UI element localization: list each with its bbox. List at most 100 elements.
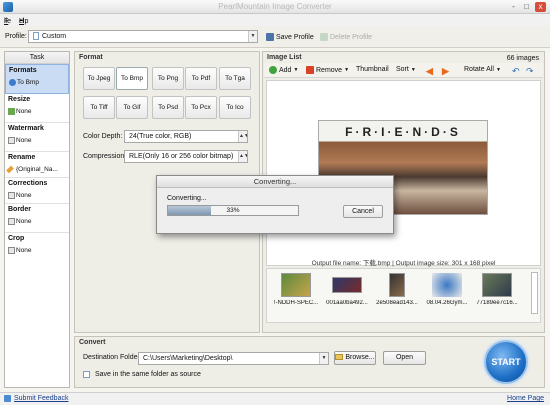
border-icon — [8, 218, 15, 225]
task-formats[interactable]: Formats To Bmp — [5, 64, 69, 94]
thumbnail-item[interactable]: 77189ee7c16... — [472, 273, 522, 306]
progress-text: 33% — [226, 207, 240, 214]
submit-feedback-link[interactable]: Submit Feedback — [14, 395, 68, 402]
scroll-thumb[interactable] — [531, 272, 538, 314]
thumbnail-button[interactable]: Thumbnail — [356, 66, 389, 73]
progress-bar: 33% — [167, 205, 299, 216]
task-crop[interactable]: Crop None — [5, 233, 69, 261]
image-list-toolbar: Add ▼ Remove ▼ Thumbnail Sort ▼ ◀ ▶ Rotate … — [264, 63, 543, 78]
chevron-down-icon: ▲▼ — [238, 151, 247, 162]
rotate-right-button[interactable]: ↷ — [526, 66, 534, 77]
move-right-button[interactable]: ▶ — [442, 66, 449, 77]
rotate-right-icon: ↷ — [526, 66, 534, 76]
delete-icon — [320, 33, 328, 41]
task-panel: Task Formats To Bmp Resize None Watermar… — [4, 51, 70, 388]
save-profile-button[interactable]: Save Profile — [266, 33, 314, 41]
cancel-button[interactable]: Cancel — [343, 205, 383, 218]
thumbnail-image — [389, 273, 405, 297]
profile-bar: Profile: Custom ▼ Save Profile Delete Pr… — [0, 26, 550, 48]
remove-button[interactable]: Remove ▼ — [306, 66, 349, 74]
dialog-message: Converting... — [167, 195, 207, 202]
task-corrections[interactable]: Corrections None — [5, 178, 69, 204]
formats-icon — [9, 79, 16, 86]
format-button-tiff[interactable]: To Tiff — [83, 96, 115, 119]
corrections-icon — [8, 192, 15, 199]
compression-label: Compression: — [83, 153, 127, 160]
convert-section: Convert Destination Folder: C:\Users\Mar… — [74, 336, 545, 388]
thumbnail-item[interactable]: !-NDDH-SPEC... — [271, 273, 321, 306]
converting-dialog: Converting... Converting... 33% Cancel — [156, 175, 394, 234]
rotate-left-icon: ↶ — [512, 66, 520, 76]
chevron-down-icon: ▼ — [293, 67, 299, 73]
thumbnail-image — [432, 273, 462, 297]
output-info: Output file name: 下载.bmp | Output image … — [311, 260, 496, 267]
thumbnail-image — [281, 273, 311, 297]
app-window: PearlMountain Image Converter - □ x File… — [0, 0, 550, 405]
pencil-icon — [6, 165, 14, 174]
preview-logo: F·R·I·E·N·D·S — [345, 125, 461, 139]
task-watermark[interactable]: Watermark None — [5, 123, 69, 152]
thumbnail-item[interactable]: 2e508ead143... — [372, 273, 422, 306]
resize-icon — [8, 108, 15, 115]
delete-profile-button[interactable]: Delete Profile — [320, 33, 372, 41]
format-button-gif[interactable]: To Gif — [116, 96, 148, 119]
minimize-button[interactable]: - — [508, 2, 519, 12]
image-count: 66 images — [506, 55, 539, 62]
format-button-pcx[interactable]: To Pcx — [185, 96, 217, 119]
task-border[interactable]: Border None — [5, 204, 69, 233]
move-left-button[interactable]: ◀ — [426, 66, 433, 77]
crop-icon — [8, 247, 15, 254]
floppy-icon — [266, 33, 274, 41]
task-rename[interactable]: Rename {Original_Na... — [5, 152, 69, 178]
color-depth-label: Color Depth: — [83, 133, 123, 140]
profile-select[interactable]: Custom ▼ — [28, 30, 258, 43]
plus-icon — [269, 66, 277, 74]
title-bar: PearlMountain Image Converter - □ x — [0, 0, 550, 14]
chevron-down-icon: ▼ — [495, 66, 501, 73]
format-button-jpeg[interactable]: To Jpeg — [83, 67, 115, 90]
rotate-left-button[interactable]: ↶ — [512, 66, 520, 77]
open-button[interactable]: Open — [383, 351, 426, 365]
save-same-folder-label: Save in the same folder as source — [95, 371, 201, 378]
chevron-down-icon: ▼ — [410, 66, 416, 73]
format-button-psd[interactable]: To Psd — [152, 96, 184, 119]
profile-label: Profile: — [5, 33, 27, 40]
status-bar: Submit Feedback Home Page — [0, 392, 550, 405]
convert-header: Convert — [79, 339, 106, 346]
chevron-down-icon: ▼ — [319, 353, 328, 364]
destination-label: Destination Folder: — [83, 354, 142, 361]
thumbnail-item[interactable]: 001aa0ba492... — [322, 273, 372, 306]
dialog-title: Converting... — [157, 176, 393, 188]
thumbnail-item[interactable]: 08.04.26Gym... — [422, 273, 472, 306]
format-button-pdf[interactable]: To Pdf — [185, 67, 217, 90]
close-button[interactable]: x — [535, 2, 546, 12]
home-page-link[interactable]: Home Page — [507, 395, 544, 402]
chevron-down-icon: ▲▼ — [238, 131, 247, 142]
profile-value: Custom — [42, 33, 67, 40]
format-button-ico[interactable]: To Ico — [219, 96, 251, 119]
arrow-left-icon: ◀ — [426, 66, 433, 76]
format-button-bmp[interactable]: To Bmp — [116, 67, 148, 90]
format-header: Format — [79, 54, 103, 61]
chevron-down-icon: ▼ — [248, 31, 257, 42]
folder-icon — [335, 354, 344, 361]
menu-bar: File Help — [0, 14, 550, 26]
format-button-tga[interactable]: To Tga — [219, 67, 251, 90]
save-same-folder-checkbox[interactable] — [83, 371, 90, 378]
doc-icon — [33, 32, 39, 41]
color-depth-select[interactable]: 24(True color, RGB) ▲▼ — [124, 130, 248, 143]
add-button[interactable]: Add ▼ — [269, 66, 298, 74]
start-button[interactable]: START — [484, 340, 528, 384]
maximize-button[interactable]: □ — [521, 2, 532, 12]
sort-button[interactable]: Sort ▼ — [396, 66, 416, 73]
task-resize[interactable]: Resize None — [5, 94, 69, 123]
compression-select[interactable]: RLE(Only 16 or 256 color bitmap) ▲▼ — [124, 150, 248, 163]
thumbnail-image — [332, 277, 362, 293]
feedback-icon — [4, 395, 11, 402]
rotate-all-button[interactable]: Rotate All ▼ — [464, 66, 501, 73]
thumbnail-image — [482, 273, 512, 297]
browse-button[interactable]: Browse... — [334, 351, 376, 365]
destination-folder-input[interactable]: C:\Users\Marketing\Desktop\ ▼ — [138, 352, 329, 365]
format-button-png[interactable]: To Png — [152, 67, 184, 90]
watermark-icon — [8, 137, 15, 144]
